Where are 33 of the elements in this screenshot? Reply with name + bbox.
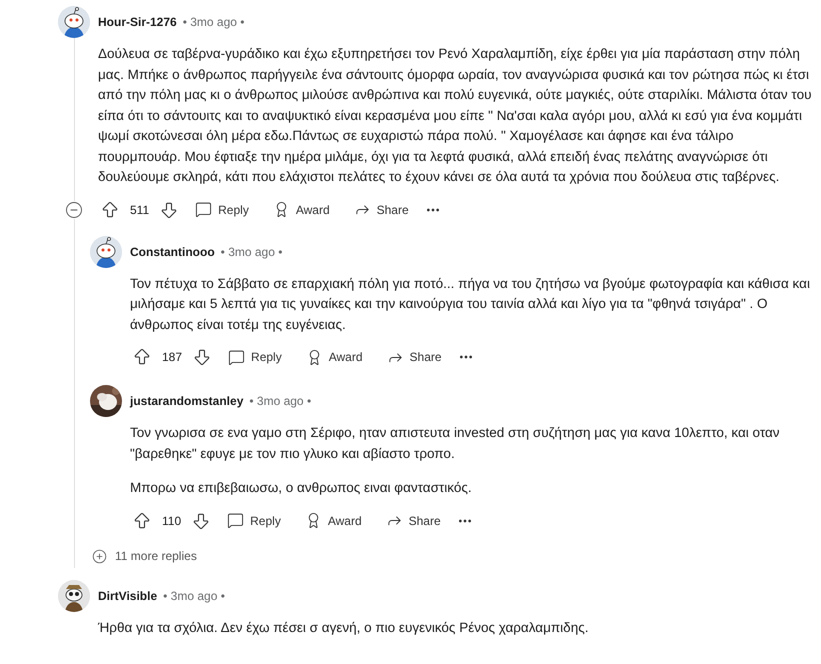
- comment-text: Ήρθα για τα σχόλια. Δεν έχω πέσει σ αγενή, ο πιο ευγενικός Ρένος χαραλαμπιδης.: [98, 618, 590, 637]
- username[interactable]: Constantinooo: [130, 244, 215, 258]
- timestamp: • 3mo ago •: [163, 588, 225, 602]
- comment-text: Τον γνωρισα σε ενα γαμο στη Σέριφο, ηταν απιστευτα invested στη συζήτηση μας για κανα 10λεπτο, και οταν "βαρεθηκε" εφυγε με τον πιο γλυκο και αβίαστο τροπο.: [130, 424, 781, 463]
- username[interactable]: justarandomstanley: [130, 394, 244, 408]
- avatar-icon: [90, 236, 122, 268]
- speech-bubble-icon: [227, 512, 244, 529]
- vote-count: 187: [162, 350, 182, 364]
- comment-text: Μπορω να επιβεβαιωσω, ο ανθρωπος ειναι φανταστικός.: [130, 479, 473, 497]
- award-button[interactable]: Award: [262, 197, 340, 222]
- reply-button[interactable]: Reply: [217, 508, 291, 533]
- more-replies-link[interactable]: 11 more replies: [92, 548, 197, 564]
- collapse-button[interactable]: [65, 201, 83, 219]
- share-button[interactable]: Share: [376, 344, 452, 370]
- username[interactable]: Hour-Sir-1276: [98, 15, 177, 29]
- vote-count: 511: [130, 202, 150, 216]
- plus-icon: [92, 548, 107, 564]
- vote-count: 110: [162, 514, 182, 528]
- timestamp: • 3mo ago •: [182, 15, 244, 29]
- share-button[interactable]: Share: [344, 197, 419, 222]
- username[interactable]: DirtVisible: [98, 588, 158, 602]
- avatar-icon: [58, 580, 90, 612]
- comment-text: Τον πέτυχα το Σάββατο σε επαρχιακή πόλη για ποτό... πήγα να του ζητήσω να βγούμε φωτογραφία και κάθισα και μιλήσαμε και 5 λεπτά για τις γυναίκες και την καινούργια του ταινία αλλά και λίγο για τα "φθηνά τσιγάρα" . Ο άνθρωπος είναι τοτέμ της ευγένειας.: [130, 274, 811, 334]
- award-button[interactable]: Award: [294, 508, 372, 533]
- timestamp: • 3mo ago •: [249, 394, 312, 408]
- speech-bubble-icon: [228, 348, 246, 366]
- reply-button[interactable]: Reply: [218, 344, 292, 370]
- timestamp: • 3mo ago •: [220, 244, 282, 258]
- award-button[interactable]: Award: [296, 344, 373, 370]
- comment-text: Δούλευα σε ταβέρνα-γυράδικο και έχω εξυπηρετήσει τον Ρενό Χαραλαμπίδη, είχε έρθει για μία παράσταση στην πόλη μας. Μπήκε ο άνθρωπος παρήγγειλε ένα σάντουιτς όμορφα ωραία, τον αναγνώρισα φυσικά και τον ρώτησα πώς κι έτσι από την πόλη μας κι ο άνθρωπος μιλούσε ανθρώπινα και πολύ ευγενικά, ούτε μαγκιές, ούτε σταριλίκι. Μάλιστα όταν του είπα ότι το σάντουιτς και το αναψυκτικό είναι κερασμένα μου είπε " Να'σαι καλα αγόρι μου, αλλά κι εσύ για ένα κομμάτι ψωμί σκοτώνεσαι όλη μέρα εδω.Πάντως σε ευχαριστώ πάρα πολύ. " Χαμογέλασε και άφησε και ένα τάλιρο πουρμπουάρ. Μου έφτιαξε την ημέρα μιλάμε, όχι για τα λεφτά φυσικά, αλλά επειδή ένας πελάτης αναγνώρισε ότι δουλεύουμε σκληρά, κάτι που ελάχιστοι πελάτες το έχουν κάνει σε όλα αυτά τα χρόνια που δούλευα στις ταβέρνες.: [98, 45, 812, 186]
- reply-button[interactable]: Reply: [185, 197, 259, 222]
- speech-bubble-icon: [195, 201, 212, 218]
- share-button[interactable]: Share: [376, 508, 451, 533]
